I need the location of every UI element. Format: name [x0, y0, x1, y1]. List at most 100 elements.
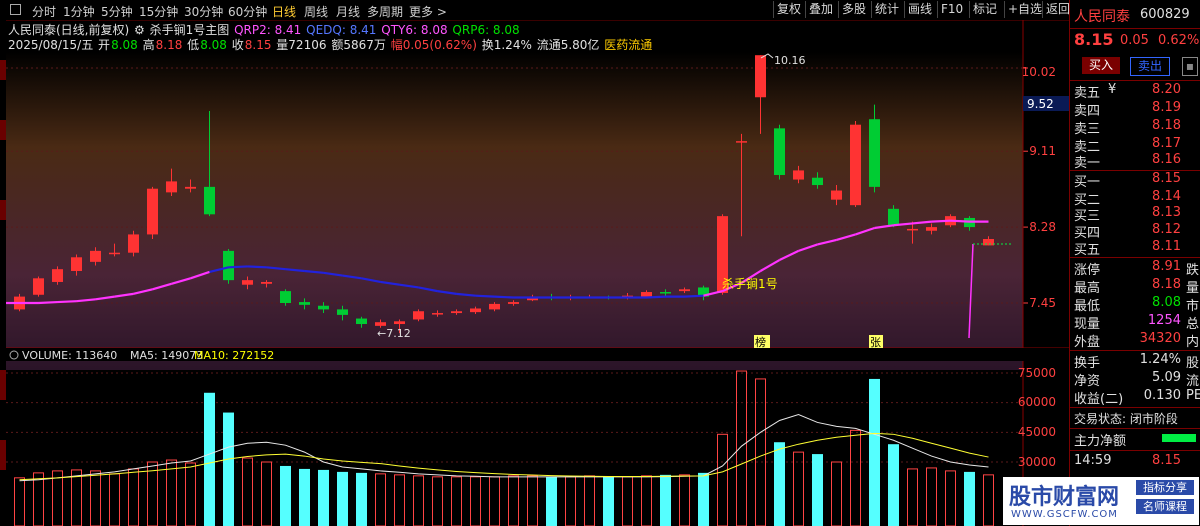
volume-bar	[793, 451, 804, 526]
stat-label: 收益(二)	[1074, 392, 1124, 407]
period-tab-monthly[interactable]: 月线	[336, 3, 360, 20]
sell-button[interactable]: 卖出	[1130, 57, 1170, 76]
tick-row: 14:59 8.15	[1070, 453, 1200, 472]
candle-body	[641, 292, 652, 297]
qrp2-value: QRP2: 8.41	[234, 23, 302, 37]
stat-row: 外盘 34320 内	[1070, 331, 1200, 350]
multi-stock-button[interactable]: 多股	[838, 1, 869, 18]
price-change: 0.05	[1120, 33, 1149, 48]
period-tab-5min[interactable]: 5分钟	[101, 3, 133, 20]
period-tab-60min[interactable]: 60分钟	[228, 3, 267, 20]
tick-price: 8.15	[1152, 453, 1181, 468]
ask-label: 卖四	[1074, 104, 1101, 119]
volume-bar	[90, 470, 101, 526]
volume-value: VOLUME: 113640	[22, 349, 117, 362]
tick-time: 14:59	[1074, 453, 1112, 468]
volume-bar	[565, 476, 576, 526]
trade-status: 交易状态: 闭市阶段	[1070, 410, 1200, 429]
high-value: 8.18	[155, 38, 183, 52]
price-panel-background	[6, 52, 1023, 370]
candle-body	[356, 318, 367, 325]
volume-bar	[945, 470, 956, 526]
separator	[1070, 450, 1200, 451]
main-flow-row: 主力净额	[1070, 430, 1200, 449]
indicator-settings-icon[interactable]: ⚙	[134, 23, 145, 37]
bid-row-1: 买一 8.15	[1070, 171, 1200, 190]
mark-button[interactable]: 标记	[969, 1, 1000, 18]
candle-body	[242, 280, 253, 285]
stat-value: 8.18	[1152, 277, 1181, 292]
separator	[1070, 80, 1200, 81]
stat2-row: 换手 1.24% 股	[1070, 352, 1200, 371]
ask-row-3: 卖三 8.18	[1070, 118, 1200, 137]
watermark-brand: 股市财富网	[1009, 485, 1120, 510]
stat2-row: 净资 5.09 流	[1070, 370, 1200, 389]
indicator-name[interactable]: 杀手锏1号主图	[150, 23, 230, 37]
ask-row-5: 卖五 ¥8.20	[1070, 82, 1200, 101]
volume-bar	[337, 471, 348, 526]
toolbar-checkbox[interactable]	[10, 4, 21, 15]
period-toolbar: 分时 1分钟 5分钟 15分钟 30分钟 60分钟 日线 周线 月线 多周期 更…	[6, 0, 1070, 21]
stat-label: 外盘	[1074, 335, 1101, 350]
volume-bar	[622, 476, 633, 526]
candle-body	[375, 322, 386, 326]
volume-bar	[432, 476, 443, 526]
price-tick: 9.11	[1029, 144, 1056, 158]
period-tab-15min[interactable]: 15分钟	[139, 3, 178, 20]
volume-bar	[356, 472, 367, 526]
volume-bar	[299, 468, 310, 526]
sector-link[interactable]: 医药流通	[604, 38, 652, 52]
period-tab-1min[interactable]: 1分钟	[63, 3, 95, 20]
volume-bar	[660, 474, 671, 526]
candle-body	[869, 119, 880, 187]
volume-bar	[280, 465, 291, 526]
volume-bar	[698, 472, 709, 526]
rights-adjust-button[interactable]: 复权	[773, 1, 804, 18]
draw-line-button[interactable]: 画线	[904, 1, 935, 18]
candle-body	[128, 234, 139, 253]
ask-row-1: 卖一 8.16	[1070, 152, 1200, 171]
volume-bar	[185, 462, 196, 526]
ma-line-segment	[646, 295, 666, 299]
add-watchlist-button[interactable]: +自选	[1004, 1, 1045, 18]
candle-body	[888, 208, 899, 226]
ma-line-segment	[228, 265, 248, 269]
panel-menu-button[interactable]: ▪	[1182, 57, 1198, 76]
kline-chart[interactable]: 10.02 9.11 8.28 7.45 9.52 75000 60000 45…	[6, 20, 1069, 526]
statistics-button[interactable]: 统计	[871, 1, 902, 18]
volume-bar	[926, 467, 937, 526]
bid-label: 买一	[1074, 175, 1101, 190]
stat-row: 涨停 8.91 跌	[1070, 259, 1200, 278]
volume-bar	[679, 474, 690, 526]
bid-price: 8.11	[1152, 239, 1181, 254]
stat-tail: 量	[1186, 281, 1200, 296]
ask-row-4: 卖四 8.19	[1070, 100, 1200, 119]
period-tab-multi[interactable]: 多周期	[367, 3, 403, 20]
candle-body	[679, 289, 690, 292]
ask-price: 8.19	[1152, 100, 1181, 115]
period-tab-more[interactable]: 更多 >	[409, 3, 447, 20]
period-tab-intraday[interactable]: 分时	[32, 3, 56, 20]
bid-price: 8.15	[1152, 171, 1181, 186]
high-label: 高	[142, 38, 155, 52]
buy-button[interactable]: 买入	[1082, 57, 1120, 74]
stat-label: 涨停	[1074, 263, 1101, 278]
volume-bar	[641, 475, 652, 526]
candle-body	[432, 313, 443, 315]
high-annotation: 10.16	[774, 54, 806, 67]
f10-button[interactable]: F10	[937, 1, 966, 18]
period-tab-weekly[interactable]: 周线	[304, 3, 328, 20]
stat-tail: PE	[1186, 388, 1200, 403]
stat2-row: 收益(二) 0.130 PE	[1070, 388, 1200, 407]
volume-bar	[812, 454, 823, 526]
watermark-tag: 名师课程	[1136, 499, 1194, 514]
volume-bar	[109, 473, 120, 526]
volume-bar	[223, 412, 234, 526]
ask-price: 8.20	[1152, 82, 1181, 97]
period-tab-30min[interactable]: 30分钟	[184, 3, 223, 20]
period-tab-daily[interactable]: 日线	[272, 3, 296, 20]
overlay-button[interactable]: 叠加	[805, 1, 836, 18]
ma-line-segment	[950, 219, 970, 223]
quote-panel: 人民同泰 600829 8.15 0.05 0.62% 买入 卖出 ▪ 卖五 ¥8…	[1069, 0, 1200, 526]
candle-body	[261, 281, 272, 284]
